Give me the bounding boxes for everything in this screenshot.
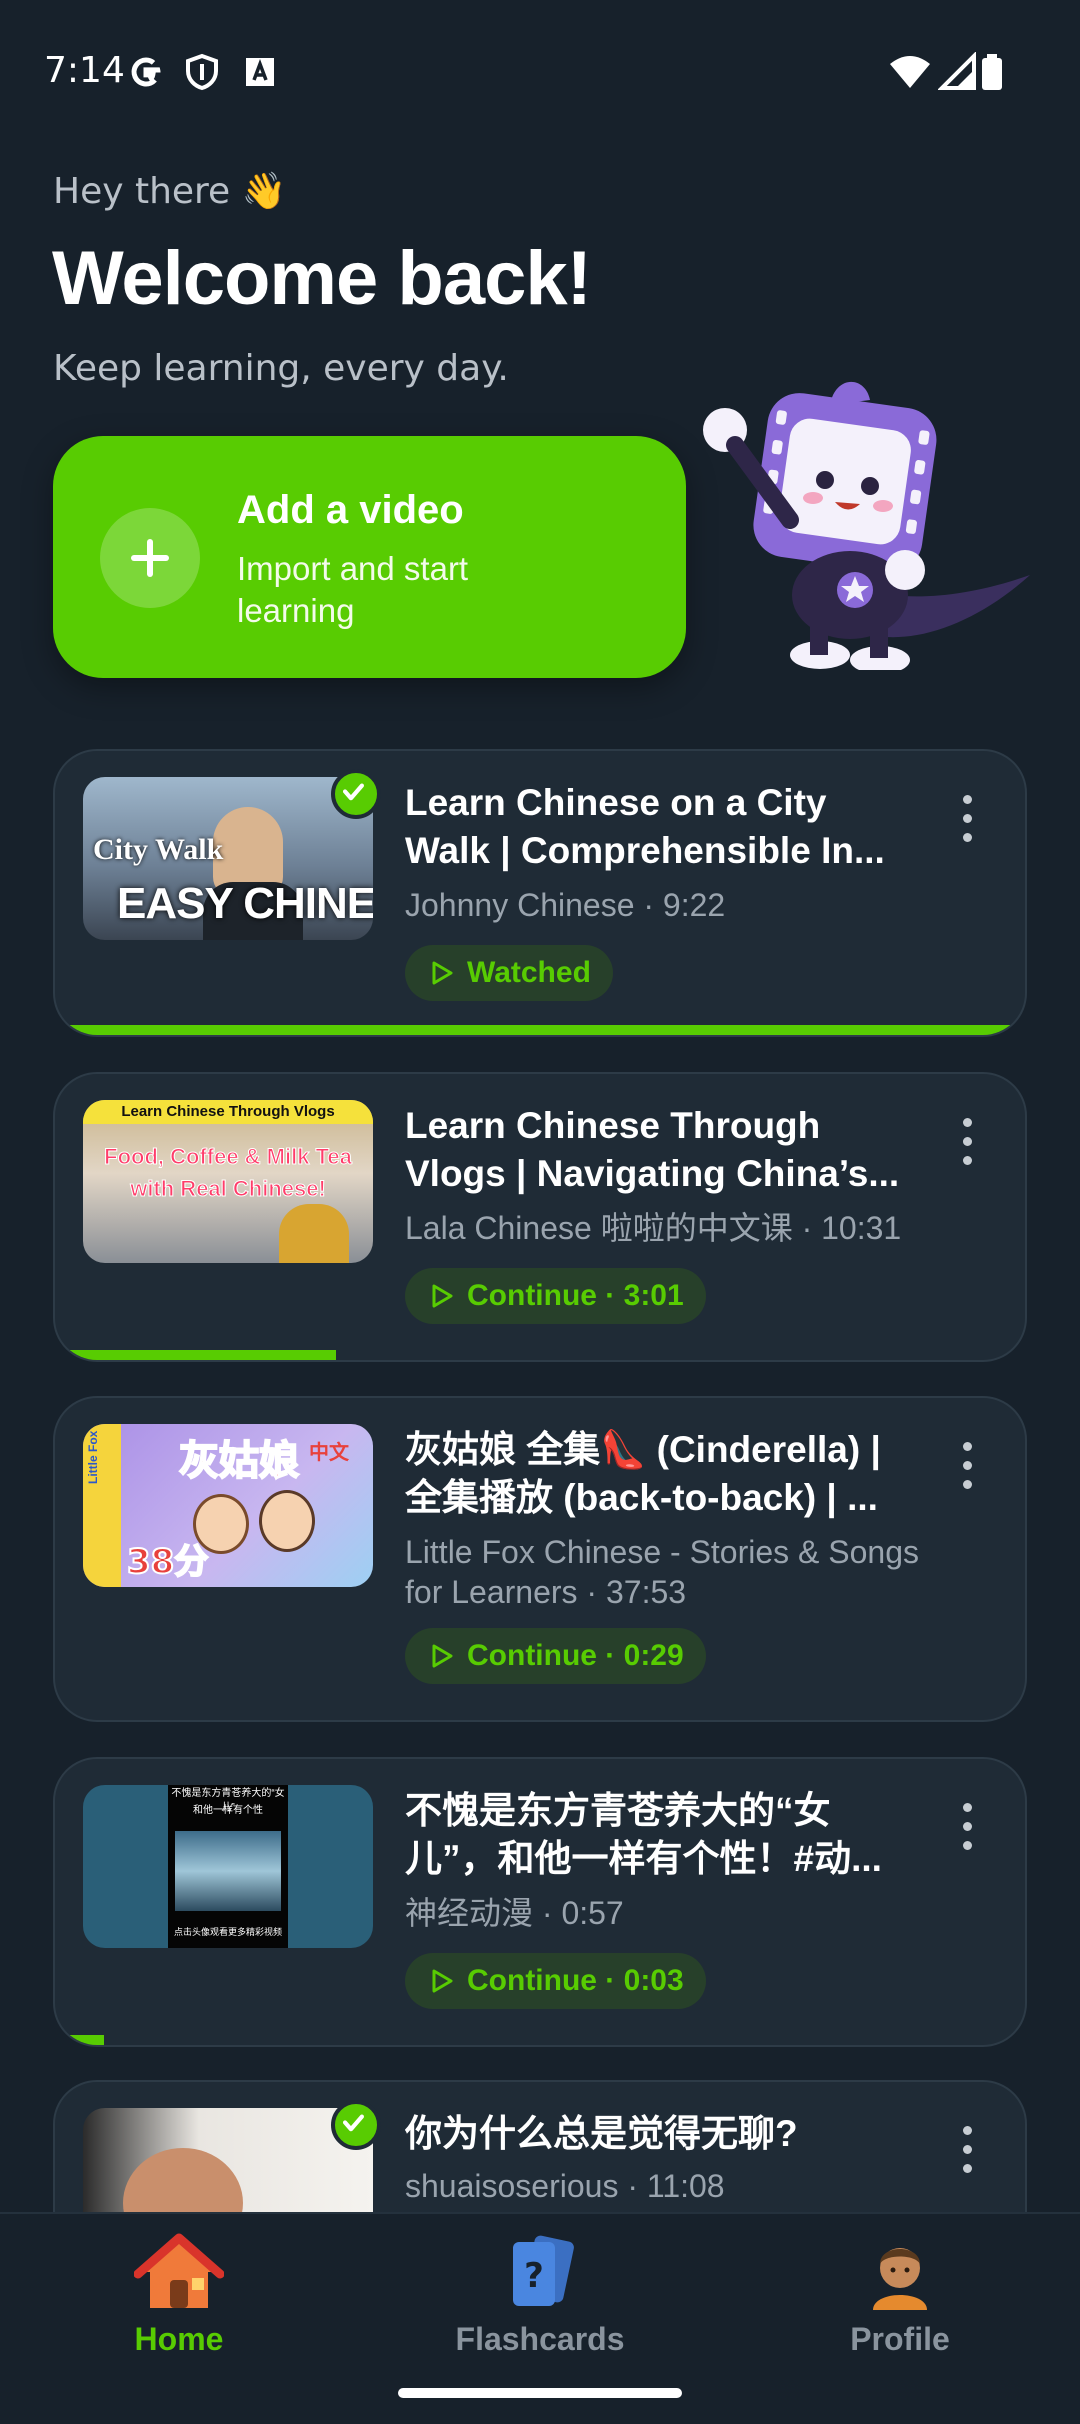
continue-label: Continue · 3:01 (467, 1279, 684, 1312)
video-card[interactable]: Little Fox 灰姑娘 中文 38分 灰姑娘 全集👠 (Cinderell… (53, 1396, 1027, 1722)
wifi-icon (890, 56, 930, 88)
thumbnail-text: 和他一样有个性 (193, 1805, 263, 1816)
nav-profile[interactable]: Profile (770, 2232, 1030, 2358)
nav-home-label: Home (134, 2321, 224, 2357)
plus-icon (100, 508, 200, 608)
home-icon (133, 2233, 225, 2308)
thumbnail-character (259, 1490, 315, 1552)
video-thumbnail: 不愧是东方青苍养大的“女儿” 和他一样有个性 点击头像观看更多精彩视频 (83, 1785, 373, 1948)
nav-home[interactable]: Home (49, 2232, 309, 2358)
signal-icon (938, 52, 976, 90)
video-title: Learn Chinese Through Vlogs | Navigating… (405, 1105, 900, 1194)
more-options-icon[interactable] (963, 795, 975, 842)
video-meta: Little Fox Chinese - Stories & Songs for… (405, 1534, 920, 1610)
play-icon (432, 1969, 453, 1993)
more-options-icon[interactable] (963, 1118, 975, 1165)
video-thumbnail: Learn Chinese Through Vlogs Food, Coffee… (83, 1100, 373, 1263)
more-options-icon[interactable] (963, 1442, 975, 1489)
play-icon (432, 1644, 453, 1668)
thumbnail-text: 38分 (126, 1541, 209, 1583)
mascot-illustration (703, 381, 1030, 670)
progress-bar (55, 2035, 104, 2045)
continue-button[interactable]: Continue · 0:03 (405, 1953, 706, 2009)
home-indicator[interactable] (398, 2388, 682, 2398)
video-card[interactable]: City Walk EASY CHINESE Learn Chinese on … (53, 749, 1027, 1037)
continue-label: Continue · 0:29 (467, 1639, 684, 1672)
video-meta: Lala Chinese 啦啦的中文课 · 10:31 (405, 1210, 902, 1246)
video-thumbnail: City Walk EASY CHINESE (83, 777, 373, 940)
battery-icon (982, 54, 1002, 90)
thumbnail-text: with Real Chinese! (130, 1176, 327, 1202)
progress-bar (55, 1350, 337, 1360)
google-icon (131, 57, 161, 87)
watched-check-icon (331, 769, 381, 819)
watched-button[interactable]: Watched (405, 945, 613, 1001)
play-icon (432, 1284, 453, 1308)
continue-label: Continue · 0:03 (467, 1964, 684, 1997)
video-thumbnail: Little Fox 灰姑娘 中文 38分 (83, 1424, 373, 1587)
flashcards-icon: ? (513, 2235, 574, 2306)
video-meta: 神经动漫 · 0:57 (405, 1895, 624, 1931)
profile-icon (873, 2248, 927, 2310)
add-video-button[interactable]: Add a video Import and start learning (53, 436, 686, 678)
continue-button[interactable]: Continue · 3:01 (405, 1268, 706, 1324)
thumbnail-text: 灰姑娘 (178, 1437, 300, 1485)
thumbnail-person (279, 1204, 349, 1263)
nav-profile-label: Profile (850, 2321, 950, 2357)
nav-flashcards[interactable]: ? Flashcards (410, 2232, 670, 2358)
thumbnail-logo: Little Fox (86, 1430, 100, 1484)
play-icon (432, 961, 453, 985)
thumbnail-text: Food, Coffee & Milk Tea (104, 1144, 353, 1170)
svg-text:?: ? (524, 2256, 544, 2296)
translate-icon (246, 58, 274, 86)
continue-button[interactable]: Continue · 0:29 (405, 1628, 706, 1684)
nav-flashcards-label: Flashcards (455, 2321, 625, 2357)
more-options-icon[interactable] (963, 2126, 975, 2173)
shield-icon (186, 53, 218, 91)
status-time: 7:14 (44, 50, 125, 91)
video-card[interactable]: Learn Chinese Through Vlogs Food, Coffee… (53, 1072, 1027, 1362)
thumbnail-text: EASY CHINESE (117, 879, 373, 928)
video-title: 灰姑娘 全集👠 (Cinderella) | 全集播放 (back-to-bac… (405, 1429, 881, 1518)
video-title: 你为什么总是觉得无聊? (405, 2113, 798, 2154)
page-title: Welcome back! (52, 236, 592, 321)
progress-bar (55, 1025, 1025, 1035)
video-title: 不愧是东方青苍养大的“女儿”，和他一样有个性！#动... (405, 1790, 882, 1879)
video-meta: Johnny Chinese · 9:22 (405, 887, 726, 923)
watched-check-icon (331, 2100, 381, 2150)
page-subtitle: Keep learning, every day. (53, 348, 509, 389)
thumbnail-text: City Walk (93, 833, 224, 866)
thumbnail-text: 中文 (309, 1440, 349, 1464)
watched-label: Watched (467, 956, 591, 989)
thumbnail-text: 点击头像观看更多精彩视频 (173, 1927, 282, 1937)
video-meta: shuaisoserious · 11:08 (405, 2168, 725, 2204)
greeting-text: Hey there 👋 (53, 171, 287, 212)
add-video-title: Add a video (237, 488, 464, 532)
more-options-icon[interactable] (963, 1803, 975, 1850)
add-video-subtitle: Import and start learning (237, 550, 469, 629)
video-title: Learn Chinese on a City Walk | Comprehen… (405, 782, 885, 871)
video-card[interactable]: 不愧是东方青苍养大的“女儿” 和他一样有个性 点击头像观看更多精彩视频 不愧是东… (53, 1757, 1027, 2047)
status-bar: 7:14 (0, 0, 1080, 140)
thumbnail-banner: Learn Chinese Through Vlogs (83, 1100, 373, 1124)
thumbnail-scene (175, 1831, 281, 1911)
